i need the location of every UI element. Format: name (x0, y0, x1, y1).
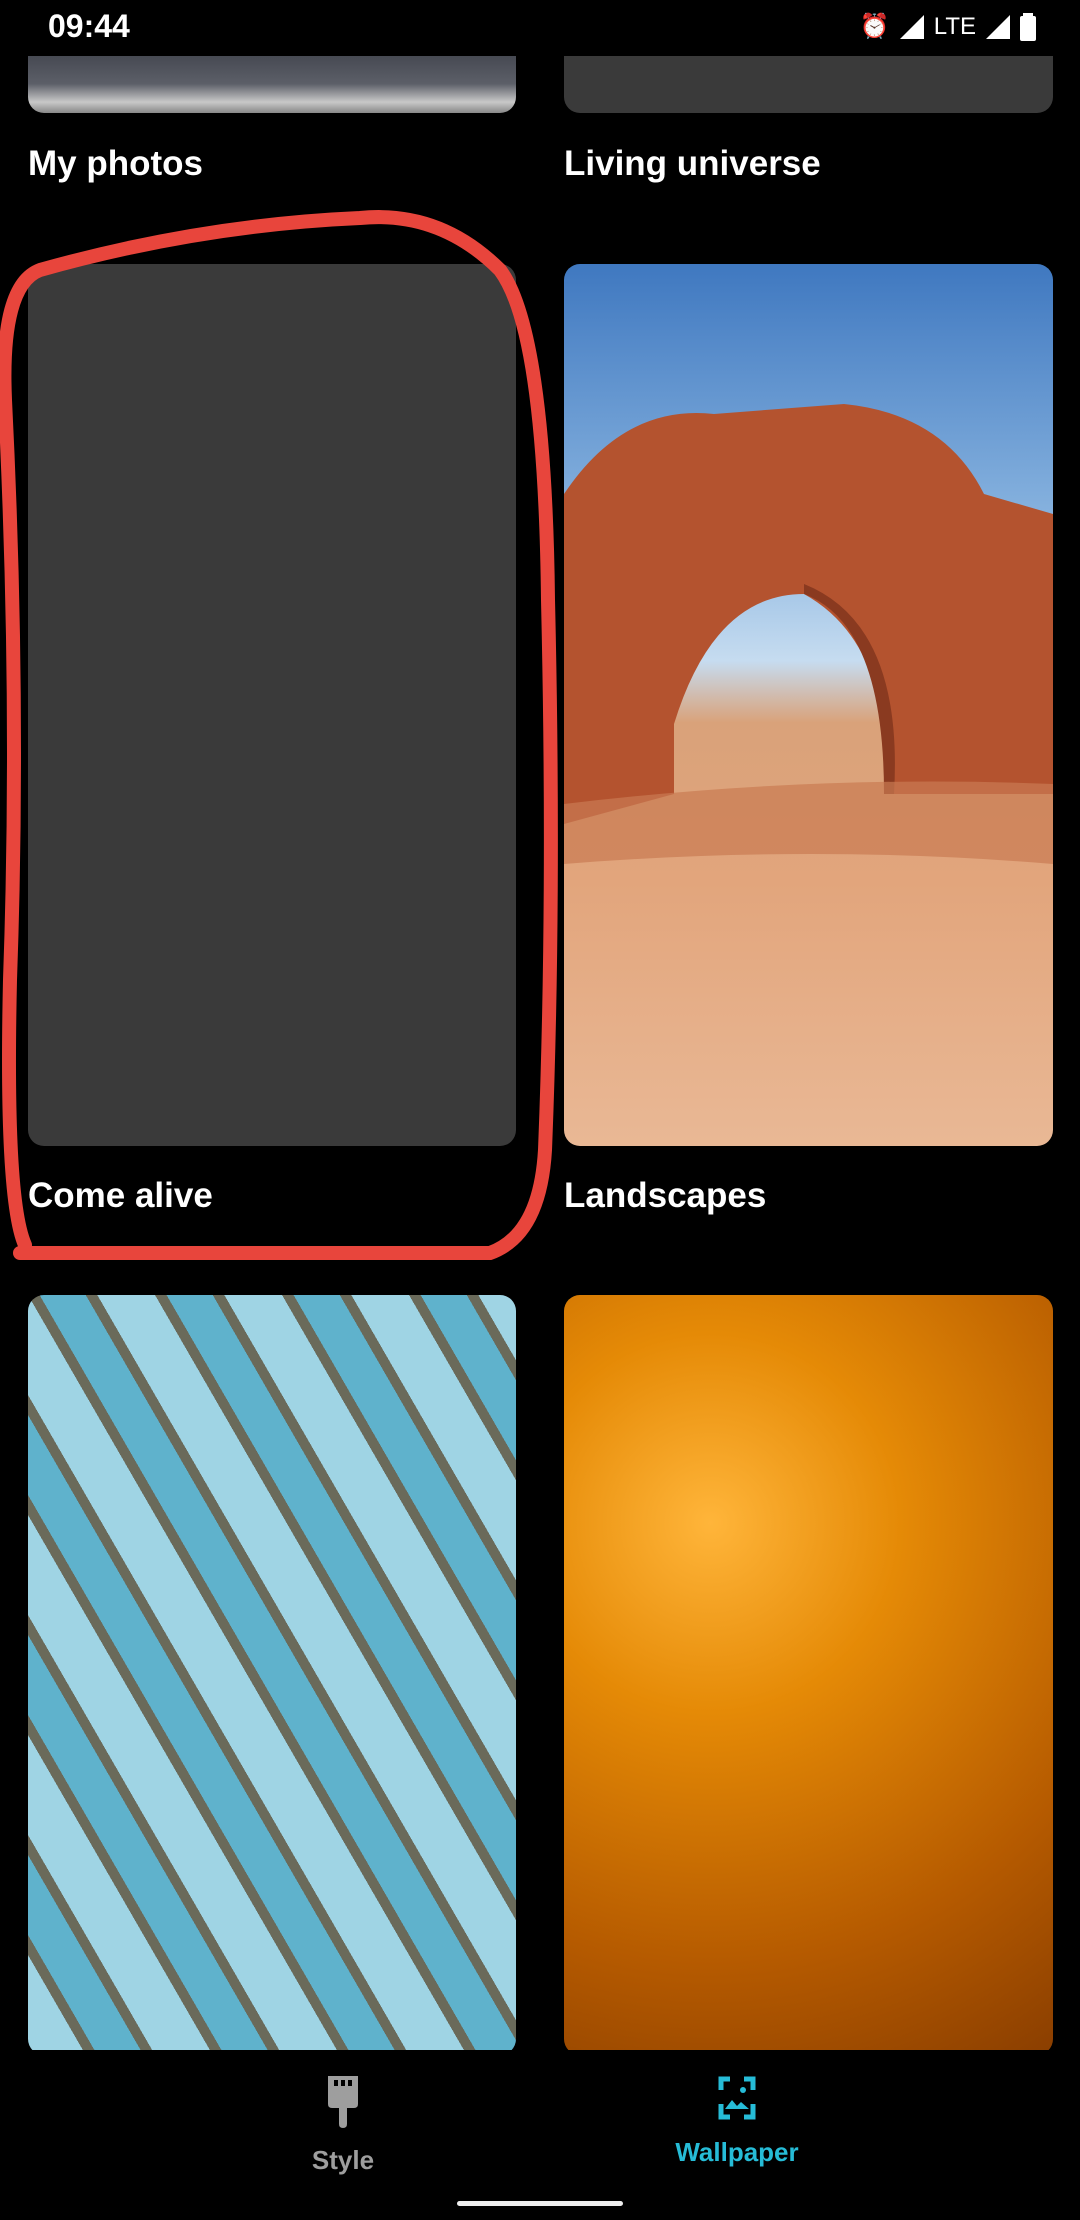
nav-style[interactable]: Style (243, 2076, 443, 2176)
signal-icon (986, 14, 1010, 39)
wallpaper-icon (718, 2076, 756, 2120)
nav-style-label: Style (311, 2145, 375, 2175)
home-indicator[interactable] (457, 2201, 623, 2206)
status-time: 09:44 (48, 8, 130, 44)
signal-icon (899, 14, 924, 39)
nav-wallpaper[interactable]: Wallpaper (637, 2076, 837, 2168)
nav-wallpaper-label: Wallpaper (675, 2137, 799, 2167)
paintbrush-icon (328, 2076, 358, 2128)
network-type: LTE (933, 12, 976, 40)
bottom-nav: Style Wallpaper (0, 2050, 1080, 2220)
red-circle-annotation (0, 210, 558, 1260)
status-bar: 09:44 ⏰ LTE (0, 0, 1080, 56)
alarm-icon: ⏰ (859, 13, 890, 40)
battery-icon (1020, 12, 1036, 41)
